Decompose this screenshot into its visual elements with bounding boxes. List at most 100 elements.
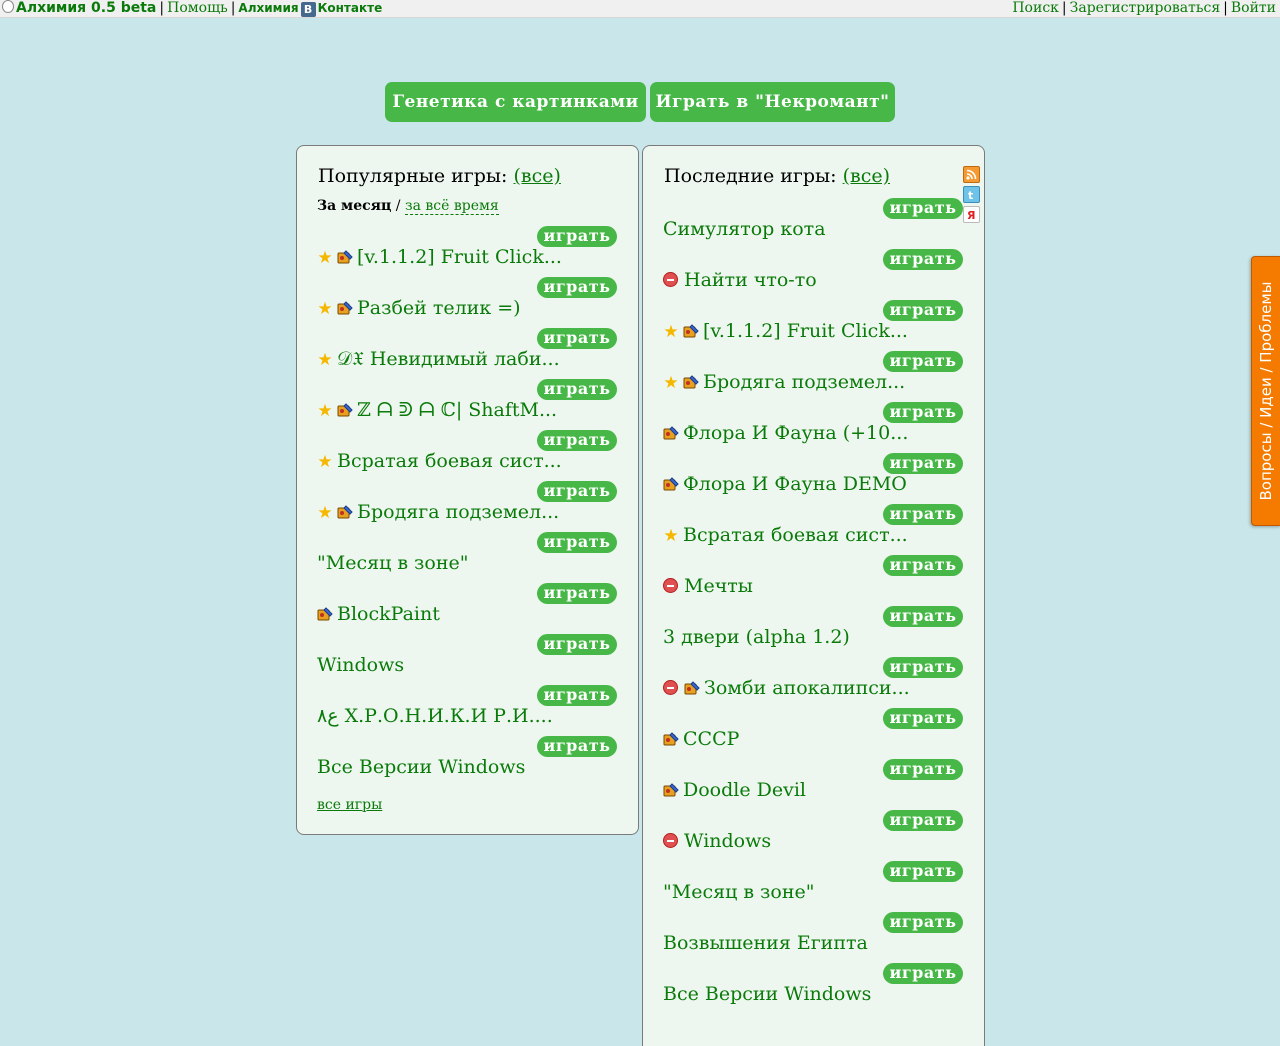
game-title-link[interactable]: Doodle Devil: [663, 778, 806, 802]
play-button[interactable]: играть: [537, 532, 617, 553]
period-separator: /: [395, 198, 401, 214]
play-button[interactable]: играть: [537, 583, 617, 604]
play-button[interactable]: играть: [537, 634, 617, 655]
game-title-link[interactable]: ★ Всратая боевая сист...: [663, 523, 907, 548]
game-row: играть Все Версии Windows: [663, 963, 963, 1014]
game-title: Зомби апокалипси...: [704, 677, 910, 699]
recent-games-title: Последние игры:: [664, 165, 837, 187]
yandex-icon[interactable]: Я: [963, 206, 980, 223]
game-title-link[interactable]: ★ Разбей телик =): [317, 296, 520, 321]
game-row: играть ع٨ Х.Р.О.Н.И.К.И Р.И....: [317, 685, 617, 736]
genetics-button[interactable]: Генетика с картинками: [385, 82, 646, 122]
game-title-link[interactable]: BlockPaint: [317, 602, 440, 626]
play-button[interactable]: играть: [883, 606, 963, 627]
paint-icon: [684, 681, 700, 695]
game-title-link[interactable]: 3 двери (alpha 1.2): [663, 625, 850, 649]
all-games-link[interactable]: все игры: [317, 797, 382, 813]
play-button[interactable]: играть: [537, 736, 617, 757]
game-title-link[interactable]: ع٨ Х.Р.О.Н.И.К.И Р.И....: [317, 704, 553, 728]
star-icon: ★: [317, 248, 333, 268]
play-button[interactable]: играть: [883, 657, 963, 678]
game-title: [v.1.1.2] Fruit Click...: [357, 246, 562, 268]
help-link[interactable]: Помощь: [167, 0, 228, 16]
play-button[interactable]: играть: [537, 277, 617, 298]
necromant-button[interactable]: Играть в "Некромант": [650, 82, 895, 122]
game-title-link[interactable]: Все Версии Windows: [317, 755, 525, 779]
paint-icon: [337, 505, 353, 519]
play-button[interactable]: играть: [883, 555, 963, 576]
game-title-link[interactable]: Флора И Фауна DEMO: [663, 472, 907, 496]
game-row: играть ★ Всратая боевая сист...: [317, 430, 617, 481]
game-title-link[interactable]: Windows: [317, 653, 404, 677]
play-button[interactable]: играть: [883, 861, 963, 882]
top-bar: Алхимия 0.5 beta | Помощь | Алхимия В Контакте…: [0, 0, 1280, 18]
game-title-link[interactable]: Все Версии Windows: [663, 982, 871, 1006]
recent-all-link[interactable]: (все): [843, 165, 890, 187]
game-row: играть Симулятор кота: [663, 198, 963, 249]
play-button[interactable]: играть: [883, 963, 963, 984]
game-row: играть ★ Всратая боевая сист...: [663, 504, 963, 555]
play-button[interactable]: играть: [537, 685, 617, 706]
vk-link[interactable]: Алхимия В Контакте: [238, 1, 382, 17]
play-button[interactable]: играть: [883, 198, 963, 219]
play-button[interactable]: играть: [537, 328, 617, 349]
brand-link[interactable]: Алхимия 0.5 beta: [16, 0, 156, 16]
login-link[interactable]: Войти: [1231, 0, 1276, 16]
play-button[interactable]: играть: [883, 402, 963, 423]
rss-icon[interactable]: [963, 166, 980, 183]
game-title-link[interactable]: Флора И Фауна (+10...: [663, 421, 908, 445]
play-button[interactable]: играть: [537, 379, 617, 400]
play-button[interactable]: играть: [883, 453, 963, 474]
game-title: 3 двери (alpha 1.2): [663, 626, 850, 648]
game-title-link[interactable]: ★ Бродяга подземел...: [663, 370, 905, 395]
star-icon: ★: [663, 373, 679, 393]
game-title: СССР: [683, 728, 740, 750]
game-title-link[interactable]: ★ Бродяга подземел...: [317, 500, 559, 525]
play-button[interactable]: играть: [537, 430, 617, 451]
play-button[interactable]: играть: [883, 759, 963, 780]
play-button[interactable]: играть: [883, 504, 963, 525]
search-link[interactable]: Поиск: [1012, 0, 1059, 16]
play-button[interactable]: играть: [537, 481, 617, 502]
game-title-link[interactable]: ★ [v.1.1.2] Fruit Click...: [317, 245, 562, 270]
game-title-link[interactable]: ★ Всратая боевая сист...: [317, 449, 561, 474]
paint-icon: [683, 375, 699, 389]
game-title-link[interactable]: Windows: [663, 829, 771, 853]
popular-games-panel: Популярные игры: (все) За месяц / за всё…: [296, 145, 639, 835]
game-title-link[interactable]: ★ ℤ ᗩ ᕲ ᗩ ℂ| ShaftM...: [317, 398, 557, 423]
play-button[interactable]: играть: [537, 226, 617, 247]
game-row: играть Windows: [317, 634, 617, 685]
popular-all-link[interactable]: (все): [514, 165, 561, 187]
play-button[interactable]: играть: [883, 300, 963, 321]
game-row: играть ★ Разбей телик =): [317, 277, 617, 328]
paint-icon: [337, 301, 353, 315]
play-button[interactable]: играть: [883, 708, 963, 729]
game-title-link[interactable]: Мечты: [663, 574, 753, 598]
star-icon: ★: [317, 299, 333, 319]
feedback-tab[interactable]: Вопросы / Идеи / Проблемы: [1251, 256, 1280, 526]
period-alltime-link[interactable]: за всё время: [404, 198, 499, 215]
register-link[interactable]: Зарегистрироваться: [1070, 0, 1221, 16]
top-bar-right: Поиск | Зарегистрироваться | Войти: [1012, 0, 1276, 16]
game-title: Все Версии Windows: [317, 756, 526, 778]
play-button[interactable]: играть: [883, 810, 963, 831]
paint-icon: [663, 732, 679, 746]
game-title-link[interactable]: ★ [v.1.1.2] Fruit Click...: [663, 319, 908, 344]
game-title-link[interactable]: Зомби апокалипси...: [663, 676, 910, 700]
game-title: "Месяц в зоне": [317, 552, 469, 574]
game-title-link[interactable]: СССР: [663, 727, 739, 751]
play-button[interactable]: играть: [883, 912, 963, 933]
game-title-link[interactable]: Возвышения Египта: [663, 931, 868, 955]
game-title-link[interactable]: Симулятор кота: [663, 217, 826, 241]
game-title-link[interactable]: "Месяц в зоне": [663, 880, 815, 904]
game-row: играть ★ [v.1.1.2] Fruit Click...: [663, 300, 963, 351]
game-title-link[interactable]: ★ 𝒟𝔛 Невидимый лаби...: [317, 347, 559, 372]
play-button[interactable]: играть: [883, 351, 963, 372]
game-title: Найти что-то: [684, 269, 817, 291]
game-title-link[interactable]: Найти что-то: [663, 268, 817, 292]
game-title-link[interactable]: "Месяц в зоне": [317, 551, 469, 575]
svg-text:Я: Я: [967, 209, 975, 222]
play-button[interactable]: играть: [883, 249, 963, 270]
game-row: играть Windows: [663, 810, 963, 861]
twitter-icon[interactable]: t: [963, 186, 980, 203]
